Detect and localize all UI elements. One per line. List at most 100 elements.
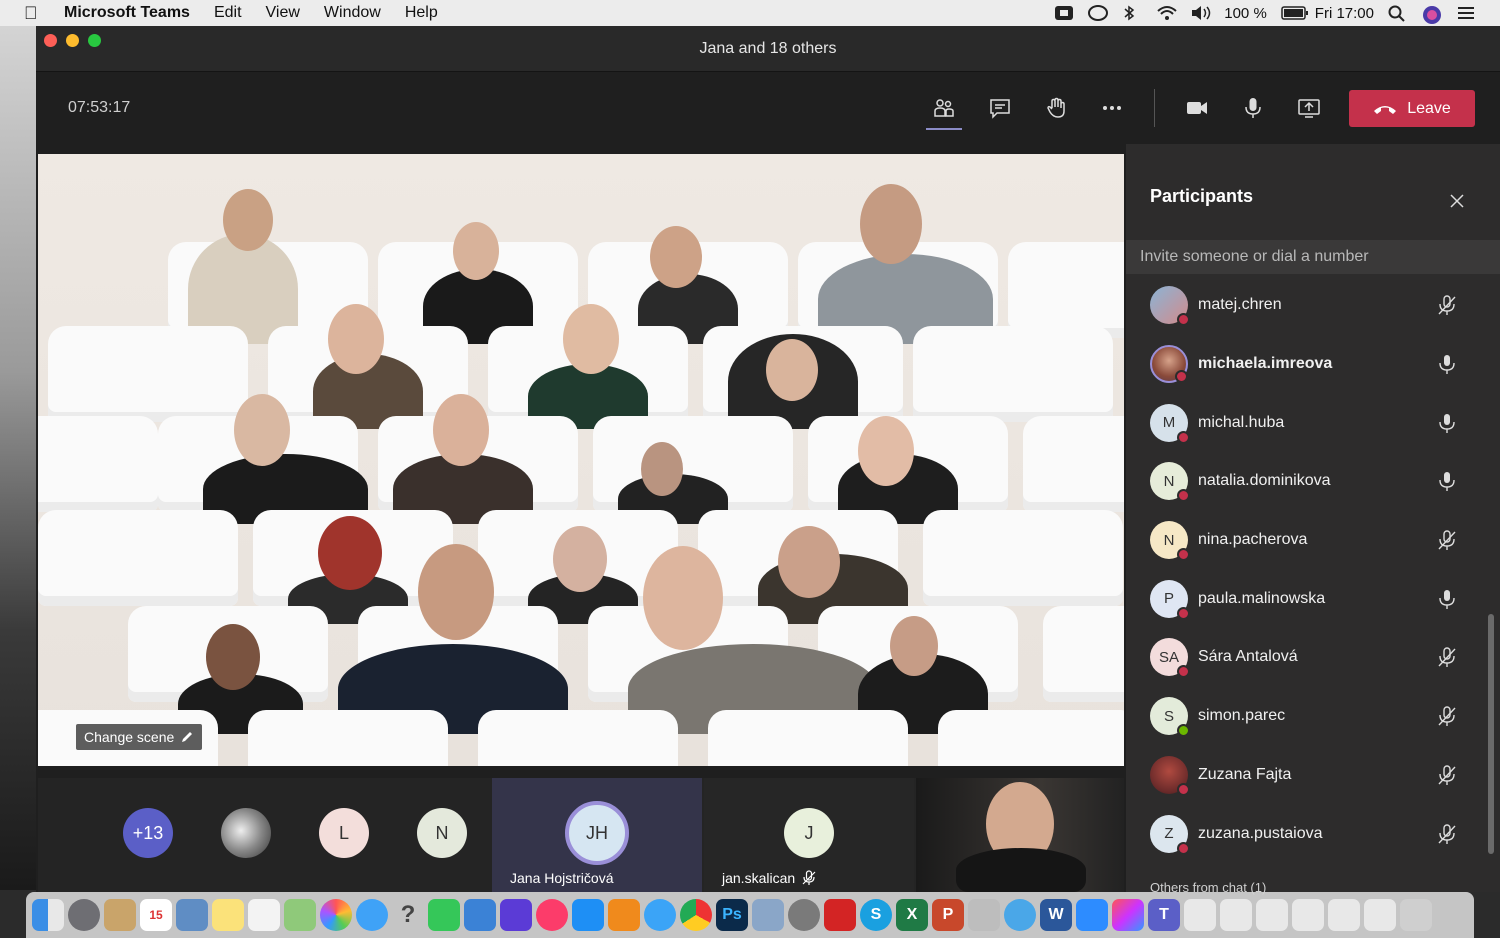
mic-off-icon: [1438, 823, 1456, 844]
self-video-preview[interactable]: [916, 778, 1124, 892]
safari-icon[interactable]: [644, 899, 676, 931]
document-thumbnail-icon[interactable]: [1364, 899, 1396, 931]
together-mode-stage: Change scene: [38, 154, 1124, 766]
minimize-window-button[interactable]: [66, 34, 79, 47]
participant-row[interactable]: SA Sára Antalová: [1126, 628, 1500, 687]
keynote-icon[interactable]: [464, 899, 496, 931]
change-scene-button[interactable]: Change scene: [76, 724, 203, 750]
participant-avatar-n[interactable]: N: [417, 808, 467, 858]
apple-icon[interactable]: : [24, 3, 44, 23]
wifi-icon[interactable]: [1156, 5, 1177, 21]
participant-row[interactable]: michaela.imreova: [1126, 335, 1500, 394]
zoom-icon[interactable]: [1076, 899, 1108, 931]
close-icon[interactable]: [1448, 192, 1466, 210]
menu-edit[interactable]: Edit: [214, 4, 242, 22]
trash-icon[interactable]: [1400, 899, 1432, 931]
menu-window[interactable]: Window: [324, 4, 381, 22]
powerpoint-icon[interactable]: P: [932, 899, 964, 931]
app-store-icon[interactable]: [572, 899, 604, 931]
word-icon[interactable]: W: [1040, 899, 1072, 931]
zoom-window-button[interactable]: [88, 34, 101, 47]
participant-tile-jana[interactable]: JH Jana Hojstričová: [492, 778, 702, 892]
scanner-icon[interactable]: [752, 899, 784, 931]
system-preferences-icon[interactable]: [788, 899, 820, 931]
spotlight-search-icon[interactable]: [1388, 5, 1408, 22]
notes-folder-icon[interactable]: [104, 899, 136, 931]
invite-input[interactable]: Invite someone or dial a number: [1126, 240, 1500, 274]
microphone-toggle-button[interactable]: [1225, 80, 1281, 136]
participant-row[interactable]: Z zuzana.pustaiova: [1126, 804, 1500, 863]
participant-face: [766, 339, 818, 401]
microphone-icon: [1439, 413, 1455, 433]
notes-icon[interactable]: [212, 899, 244, 931]
volume-icon[interactable]: [1190, 5, 1211, 21]
seat: [248, 710, 448, 766]
creative-cloud-icon[interactable]: [1088, 5, 1109, 21]
status-busy-icon: [1177, 841, 1190, 855]
messages-blue-icon[interactable]: [356, 899, 388, 931]
vlc-icon[interactable]: [608, 899, 640, 931]
excel-icon[interactable]: X: [896, 899, 928, 931]
participant-row[interactable]: Zuzana Fajta: [1126, 746, 1500, 805]
status-busy-icon: [1177, 430, 1190, 444]
photoshop-icon[interactable]: Ps: [716, 899, 748, 931]
participants-scrollbar[interactable]: [1488, 614, 1494, 854]
menu-app-name[interactable]: Microsoft Teams: [64, 4, 190, 22]
chrome-icon[interactable]: [680, 899, 712, 931]
calendar-icon[interactable]: 15: [140, 899, 172, 931]
toolbar-separator: [1154, 89, 1155, 127]
maps-icon[interactable]: [284, 899, 316, 931]
participant-avatar-l[interactable]: L: [319, 808, 369, 858]
document-thumbnail-icon[interactable]: [1184, 899, 1216, 931]
overflow-participants-button[interactable]: +13: [123, 808, 173, 858]
participant-row[interactable]: N nina.pacherova: [1126, 511, 1500, 570]
reminders-icon[interactable]: [248, 899, 280, 931]
menu-view[interactable]: View: [266, 4, 300, 22]
notification-center-icon[interactable]: [1456, 5, 1476, 21]
skype-icon[interactable]: S: [860, 899, 892, 931]
document-thumbnail-icon[interactable]: [1256, 899, 1288, 931]
imovie-icon[interactable]: [500, 899, 532, 931]
preview-icon[interactable]: [176, 899, 208, 931]
siri-icon[interactable]: [1422, 5, 1442, 24]
teams-icon[interactable]: T: [1148, 899, 1180, 931]
menubar-clock[interactable]: Fri 17:00: [1315, 5, 1374, 22]
pencil-icon: [182, 732, 193, 742]
participant-row[interactable]: N natalia.dominikova: [1126, 452, 1500, 511]
participant-tile-jan[interactable]: J jan.skalican: [704, 778, 914, 892]
participant-row[interactable]: M michal.huba: [1126, 393, 1500, 452]
facetime-icon[interactable]: [428, 899, 460, 931]
window-titlebar[interactable]: Jana and 18 others: [36, 26, 1500, 72]
close-window-button[interactable]: [44, 34, 57, 47]
chat-button[interactable]: [972, 80, 1028, 136]
battery-icon[interactable]: [1281, 5, 1308, 21]
leave-button[interactable]: Leave: [1349, 90, 1475, 127]
network-icon[interactable]: [1004, 899, 1036, 931]
bluetooth-icon[interactable]: [1122, 5, 1142, 21]
keychain-icon[interactable]: [968, 899, 1000, 931]
help-question-icon[interactable]: ?: [392, 899, 424, 931]
share-screen-button[interactable]: [1281, 80, 1337, 136]
music-icon[interactable]: [536, 899, 568, 931]
screen-record-icon[interactable]: [1054, 5, 1074, 21]
desktop-background: [0, 26, 36, 890]
participant-row[interactable]: P paula.malinowska: [1126, 569, 1500, 628]
participant-name: Zuzana Fajta: [1198, 765, 1292, 783]
document-thumbnail-icon[interactable]: [1328, 899, 1360, 931]
document-thumbnail-icon[interactable]: [1292, 899, 1324, 931]
raise-hand-button[interactable]: [1028, 80, 1084, 136]
participant-avatar-photo[interactable]: [221, 808, 271, 858]
finder-icon[interactable]: [32, 899, 64, 931]
menu-help[interactable]: Help: [405, 4, 438, 22]
acrobat-icon[interactable]: [824, 899, 856, 931]
creative-cloud-dock-icon[interactable]: [1112, 899, 1144, 931]
photos-icon[interactable]: [320, 899, 352, 931]
launchpad-icon[interactable]: [68, 899, 100, 931]
participants-button[interactable]: [916, 80, 972, 136]
participant-row[interactable]: matej.chren: [1126, 276, 1500, 335]
camera-toggle-button[interactable]: [1169, 80, 1225, 136]
participant-row[interactable]: S simon.parec: [1126, 687, 1500, 746]
document-thumbnail-icon[interactable]: [1220, 899, 1252, 931]
more-options-button[interactable]: [1084, 80, 1140, 136]
participant-name: paula.malinowska: [1198, 589, 1326, 607]
